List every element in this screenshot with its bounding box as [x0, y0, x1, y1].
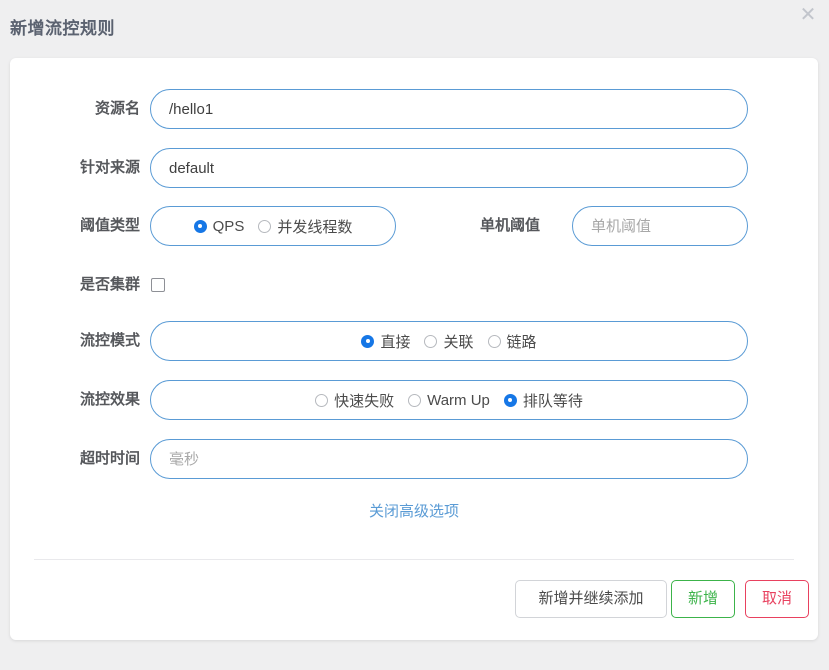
radio-dot-icon — [503, 393, 517, 407]
radio-flow-effect-warm-up[interactable]: Warm Up — [408, 392, 490, 409]
timeout-label: 超时时间 — [79, 450, 140, 467]
toggle-advanced-options-link[interactable]: 关闭高级选项 — [10, 500, 818, 521]
radio-flow-effect-queue-label: 排队等待 — [522, 392, 583, 410]
dialog-footer: 新增并继续添加 新增 取消 — [10, 580, 818, 624]
flow-effect-label: 流控效果 — [79, 391, 140, 408]
flow-mode-label: 流控模式 — [79, 332, 140, 349]
radio-dot-icon — [193, 219, 207, 233]
threshold-type-radio-group[interactable]: QPS 并发线程数 — [150, 206, 396, 246]
radio-flow-effect-queue[interactable]: 排队等待 — [503, 390, 583, 411]
radio-flow-effect-fail-fast[interactable]: 快速失败 — [315, 390, 394, 411]
threshold-type-label: 阈值类型 — [79, 217, 140, 234]
form-row-flow-mode: 流控模式 直接 关联 链路 — [10, 321, 818, 361]
flow-mode-radio-group[interactable]: 直接 关联 链路 — [150, 321, 748, 361]
radio-threshold-qps-label: QPS — [212, 217, 245, 235]
radio-dot-icon — [408, 393, 422, 407]
cluster-label: 是否集群 — [79, 276, 140, 293]
radio-flow-mode-direct[interactable]: 直接 — [361, 331, 410, 352]
radio-flow-mode-relate[interactable]: 关联 — [424, 331, 474, 352]
flow-effect-radio-group[interactable]: 快速失败 Warm Up 排队等待 — [150, 380, 748, 420]
page-title: 新增流控规则 — [10, 19, 115, 38]
footer-divider — [34, 559, 794, 560]
radio-threshold-threads[interactable]: 并发线程数 — [258, 216, 352, 237]
single-threshold-input[interactable] — [572, 206, 748, 246]
radio-flow-mode-chain-label: 链路 — [506, 333, 537, 351]
radio-dot-icon — [315, 393, 329, 407]
radio-flow-mode-chain[interactable]: 链路 — [487, 331, 537, 352]
resource-name-input[interactable] — [150, 89, 748, 129]
single-threshold-label: 单机阈值 — [479, 217, 540, 234]
radio-dot-icon — [361, 334, 375, 348]
form-row-timeout: 超时时间 — [10, 439, 818, 479]
radio-threshold-qps[interactable]: QPS — [193, 217, 245, 235]
close-icon[interactable]: ✕ — [795, 2, 821, 28]
resource-name-label: 资源名 — [94, 100, 140, 117]
radio-dot-icon — [487, 334, 501, 348]
form-row-cluster: 是否集群 — [10, 265, 818, 305]
form-row-resource: 资源名 — [10, 89, 818, 129]
form-row-flow-effect: 流控效果 快速失败 Warm Up 排队等待 — [10, 380, 818, 420]
origin-label: 针对来源 — [79, 159, 140, 176]
cancel-button[interactable]: 取消 — [745, 580, 809, 618]
form-row-origin: 针对来源 — [10, 148, 818, 188]
radio-flow-mode-relate-label: 关联 — [443, 333, 474, 351]
radio-flow-effect-fail-fast-label: 快速失败 — [334, 392, 395, 410]
radio-dot-icon — [424, 334, 438, 348]
cluster-checkbox[interactable] — [151, 278, 165, 292]
radio-dot-icon — [258, 219, 272, 233]
add-and-continue-button[interactable]: 新增并继续添加 — [515, 580, 667, 618]
add-button[interactable]: 新增 — [671, 580, 735, 618]
dialog-card: 资源名 针对来源 阈值类型 QPS 并发线程数 单机阈值 — [10, 58, 818, 640]
timeout-input[interactable] — [150, 439, 748, 479]
radio-threshold-threads-label: 并发线程数 — [277, 218, 353, 236]
origin-input[interactable] — [150, 148, 748, 188]
form-row-threshold: 阈值类型 QPS 并发线程数 单机阈值 — [10, 206, 818, 246]
radio-flow-effect-warm-up-label: Warm Up — [427, 391, 490, 409]
radio-flow-mode-direct-label: 直接 — [380, 333, 411, 351]
